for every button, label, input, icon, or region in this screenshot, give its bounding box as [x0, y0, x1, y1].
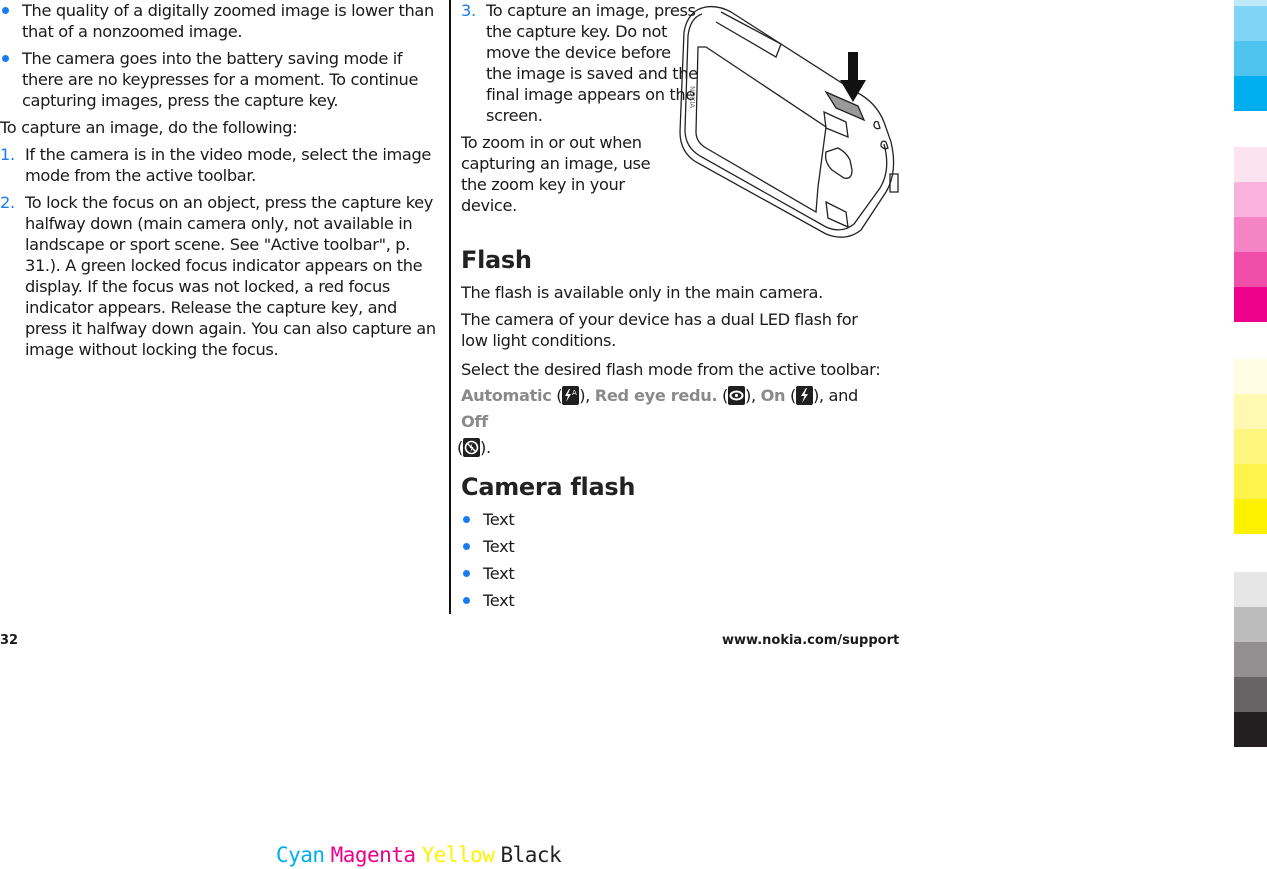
- svg-text:A: A: [572, 389, 577, 397]
- magenta-swatch: [1234, 147, 1267, 182]
- yellow-swatch: [1234, 429, 1267, 464]
- flash-mode-off: Off: [461, 412, 488, 431]
- flash-auto-icon: A: [562, 386, 580, 405]
- zoom-text: To zoom in or out when capturing an imag…: [461, 133, 651, 215]
- list-item: Text: [461, 536, 901, 557]
- flash-mode-on: On: [760, 386, 786, 405]
- yellow-color-bar: [1234, 359, 1267, 534]
- step-item: 2. To lock the focus on an object, press…: [0, 192, 440, 360]
- bullet-icon: [463, 516, 470, 523]
- bullet-text: The camera goes into the battery saving …: [22, 49, 419, 110]
- black-swatch: [1234, 677, 1267, 712]
- nokia-device-icon: NOKIA: [679, 5, 899, 238]
- cyan-color-bar: [1234, 0, 1267, 111]
- list-item: Text: [461, 590, 901, 611]
- cyan-swatch: [1234, 41, 1267, 76]
- step-text: If the camera is in the video mode, sele…: [25, 145, 432, 185]
- flash-heading: Flash: [461, 246, 532, 274]
- list-item: The quality of a digitally zoomed image …: [0, 0, 440, 42]
- separation-label-yellow: Yellow: [421, 843, 495, 867]
- separator: ,: [750, 386, 761, 405]
- black-color-bar: [1234, 572, 1267, 747]
- svg-text:NOKIA: NOKIA: [688, 86, 696, 108]
- magenta-swatch: [1234, 182, 1267, 217]
- yellow-swatch: [1234, 464, 1267, 499]
- bullet-text: Text: [483, 510, 515, 529]
- separation-label-black: Black: [500, 843, 562, 867]
- camera-flash-heading: Camera flash: [461, 473, 636, 501]
- magenta-swatch: [1234, 217, 1267, 252]
- flash-on-icon: [795, 386, 813, 405]
- paren: (: [717, 386, 729, 405]
- support-url: www.nokia.com/support: [722, 633, 900, 648]
- flash-modes-para: Select the desired flash mode from the a…: [457, 357, 886, 461]
- black-swatch: [1234, 712, 1267, 747]
- column-divider: [449, 0, 451, 614]
- black-swatch: [1234, 572, 1267, 607]
- step-number: 3.: [461, 1, 476, 20]
- bullet-text: Text: [483, 537, 515, 556]
- flash-off-icon: [462, 438, 480, 457]
- period: .: [485, 438, 491, 457]
- step-number: 2.: [0, 193, 15, 212]
- list-item: Text: [461, 509, 901, 530]
- yellow-swatch: [1234, 394, 1267, 429]
- step-item: 1. If the camera is in the video mode, s…: [0, 144, 440, 186]
- magenta-swatch: [1234, 252, 1267, 287]
- bullet-icon: [463, 570, 470, 577]
- flash-modes-lead: Select the desired flash mode from the a…: [461, 360, 881, 379]
- magenta-swatch: [1234, 287, 1267, 322]
- step-item: 3. To capture an image, press the captur…: [461, 0, 701, 126]
- flash-mode-red-eye: Red eye redu.: [594, 386, 718, 405]
- red-eye-icon: [728, 386, 746, 405]
- step-text: To lock the focus on an object, press th…: [25, 193, 436, 359]
- list-item: Text: [461, 563, 901, 584]
- bullet-text: Text: [483, 591, 515, 610]
- camera-flash-list: Text Text Text Text: [461, 509, 901, 611]
- cyan-swatch: [1234, 76, 1267, 111]
- separator: , and: [818, 386, 858, 405]
- bullet-icon: [463, 597, 470, 604]
- step-text: To capture an image, press the capture k…: [486, 1, 698, 125]
- yellow-swatch: [1234, 359, 1267, 394]
- left-column: The quality of a digitally zoomed image …: [0, 0, 440, 366]
- flash-para-2: The camera of your device has a dual LED…: [461, 310, 858, 350]
- magenta-color-bar: [1234, 147, 1267, 322]
- paren: (: [551, 386, 563, 405]
- flash-mode-automatic: Automatic: [461, 386, 552, 405]
- paren: (: [785, 386, 796, 405]
- step-number: 1.: [0, 145, 15, 164]
- separation-labels: Cyan Magenta Yellow Black: [276, 843, 567, 867]
- black-swatch: [1234, 642, 1267, 677]
- intro-text: To capture an image, do the following:: [0, 118, 298, 137]
- bullet-icon: [463, 543, 470, 550]
- bullet-text: Text: [483, 564, 515, 583]
- device-illustration: NOKIA: [676, 2, 901, 240]
- cyan-swatch: [1234, 6, 1267, 41]
- bullet-text: The quality of a digitally zoomed image …: [22, 1, 434, 41]
- bullet-icon: [2, 55, 9, 62]
- page-number: 32: [0, 633, 19, 648]
- list-item: The camera goes into the battery saving …: [0, 48, 440, 111]
- bullet-icon: [2, 7, 9, 14]
- black-swatch: [1234, 607, 1267, 642]
- flash-para-1: The flash is available only in the main …: [461, 283, 823, 302]
- yellow-swatch: [1234, 499, 1267, 534]
- separator: ,: [585, 386, 595, 405]
- separation-label-cyan: Cyan: [276, 843, 325, 867]
- separation-label-magenta: Magenta: [330, 843, 417, 867]
